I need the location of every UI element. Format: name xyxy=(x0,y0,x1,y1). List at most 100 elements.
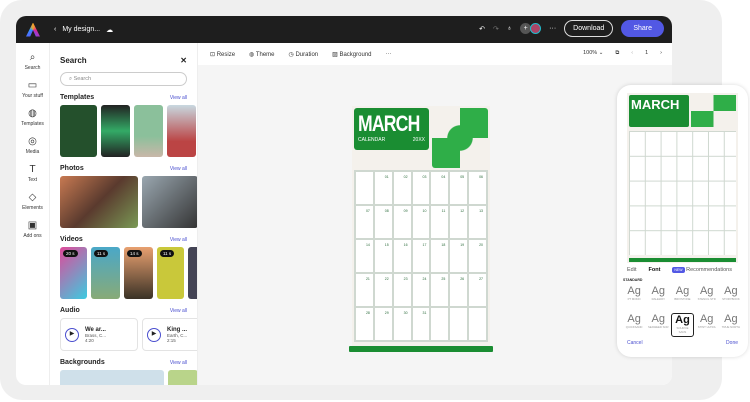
rail-item-elements[interactable]: ◇ Elements xyxy=(16,192,49,211)
top-bar: ‹ My design... ☁ ↶ ↷ ♁ + ··· Download Sh… xyxy=(16,16,672,43)
font-option[interactable]: Ag PT MONO xyxy=(623,285,645,309)
play-icon[interactable]: ▶ xyxy=(147,327,161,342)
font-option[interactable]: Ag SOURCE SANS xyxy=(671,313,694,337)
undo-icon[interactable]: ↶ xyxy=(479,25,485,33)
new-badge: NEW xyxy=(672,267,685,273)
view-all-audio[interactable]: View all xyxy=(170,308,187,314)
font-name: STENCIL STD xyxy=(697,297,716,301)
template-thumb[interactable] xyxy=(167,105,196,157)
view-all-videos[interactable]: View all xyxy=(170,237,187,243)
font-option[interactable]: Ag SEAWEED SCR xyxy=(647,313,669,337)
font-option[interactable]: Ag RALEWAY xyxy=(647,285,669,309)
view-all-backgrounds[interactable]: View all xyxy=(170,360,187,366)
day-cell: 13 xyxy=(468,205,487,239)
search-input[interactable]: ⌕ Search xyxy=(60,72,187,86)
back-icon[interactable]: ‹ xyxy=(54,26,56,33)
adobe-express-logo[interactable] xyxy=(26,22,40,37)
audio-title: King ... xyxy=(167,326,187,333)
zoom-value: 100% xyxy=(583,50,598,56)
day-cell: 24 xyxy=(411,273,431,307)
template-thumb[interactable] xyxy=(60,105,97,157)
font-option[interactable]: Ag TRUE NORTH xyxy=(720,313,742,337)
calendar-design[interactable]: MARCH CALENDAR 20XX 01 02 03 04 05 06 07 08 09 10 11… xyxy=(349,106,493,352)
tab-font[interactable]: Font xyxy=(648,267,660,273)
font-option[interactable]: Ag STENCIL STD xyxy=(696,285,718,309)
day-cell: 22 xyxy=(373,273,393,307)
more-options-button[interactable]: ··· xyxy=(386,51,392,57)
theme-button[interactable]: ◍ Theme xyxy=(249,51,274,58)
font-option[interactable]: Ag QUICKSAND xyxy=(623,313,645,337)
theme-label: Theme xyxy=(255,51,275,58)
tab-edit[interactable]: Edit xyxy=(627,267,636,273)
media-icon: ◎ xyxy=(28,136,37,147)
rail-item-templates[interactable]: ◍ Templates xyxy=(16,108,49,127)
done-button[interactable]: Done xyxy=(726,340,738,346)
app-window: ‹ My design... ☁ ↶ ↷ ♁ + ··· Download Sh… xyxy=(16,16,672,385)
font-option[interactable]: Ag BRIXSTONE xyxy=(671,285,693,309)
rail-item-add-ons[interactable]: ▣ Add ons xyxy=(16,220,49,239)
close-icon[interactable]: ✕ xyxy=(180,56,187,65)
cloud-icon: ☁ xyxy=(106,26,114,34)
rail-label: Media xyxy=(25,149,40,155)
day-cell: 17 xyxy=(411,239,431,273)
day-cell: 16 xyxy=(392,239,412,273)
pages-icon[interactable]: ⧉ xyxy=(615,50,619,57)
prev-page-icon[interactable]: ‹ xyxy=(631,50,633,57)
search-placeholder: Search xyxy=(73,76,92,82)
font-option[interactable]: Ag STORYBOOK xyxy=(720,285,742,309)
month-title: MARCH xyxy=(358,111,420,136)
mobile-preview: MARCH Edit Font NEW Recommendations STANDA… xyxy=(617,85,748,357)
day-cell xyxy=(430,307,450,341)
day-cell: 29 xyxy=(373,307,393,341)
background-thumb[interactable] xyxy=(60,370,164,385)
day-cell xyxy=(468,307,487,341)
view-all-photos[interactable]: View all xyxy=(170,166,187,172)
cancel-button[interactable]: Cancel xyxy=(627,340,643,346)
background-thumb[interactable] xyxy=(168,370,197,385)
template-thumb[interactable] xyxy=(101,105,130,157)
video-thumb[interactable]: 14 s xyxy=(124,247,153,299)
duration-button[interactable]: ◷ Duration xyxy=(289,51,319,58)
avatar[interactable] xyxy=(530,23,542,34)
video-thumb[interactable]: 11 s xyxy=(157,247,184,299)
font-sample: Ag xyxy=(699,285,714,297)
rail-item-text[interactable]: T Text xyxy=(16,164,49,183)
page-number: 1 xyxy=(645,50,649,56)
audio-item[interactable]: ▶ We ar... Brass, C... 4:20 xyxy=(60,318,138,351)
font-name: PT MONO xyxy=(627,297,641,301)
resize-button[interactable]: ⊡ Resize xyxy=(210,51,235,58)
download-button[interactable]: Download xyxy=(564,20,614,37)
template-thumb[interactable] xyxy=(134,105,163,157)
zoom-dropdown[interactable]: 100% ⌄ xyxy=(583,50,603,57)
tab-recommendations[interactable]: NEW Recommendations xyxy=(672,267,732,273)
share-button[interactable]: Share xyxy=(621,20,664,37)
rail-item-your-stuff[interactable]: ▭ Your stuff xyxy=(16,80,49,99)
calendar-footer-bar xyxy=(349,346,493,352)
video-thumb[interactable]: 20 s xyxy=(60,247,87,299)
play-icon[interactable]: ▶ xyxy=(65,327,79,342)
background-button[interactable]: ▨ Background xyxy=(332,51,371,58)
more-icon[interactable]: ··· xyxy=(549,25,556,32)
font-name: QUICKSAND xyxy=(625,325,643,329)
day-cell xyxy=(355,171,374,205)
photo-thumb[interactable] xyxy=(142,176,197,228)
view-all-templates[interactable]: View all xyxy=(170,95,187,101)
video-thumb[interactable]: 11 s xyxy=(91,247,120,299)
font-option[interactable]: Ag STINT ULTRA xyxy=(696,313,718,337)
elements-icon: ◇ xyxy=(28,192,37,203)
section-videos: Videos xyxy=(60,236,83,243)
photo-thumb[interactable] xyxy=(60,176,138,228)
next-page-icon[interactable]: › xyxy=(660,50,662,57)
rail-item-search[interactable]: ⌕ Search xyxy=(16,52,49,71)
redo-icon[interactable]: ↷ xyxy=(493,25,499,33)
day-cell: 08 xyxy=(373,205,393,239)
rail-item-media[interactable]: ◎ Media xyxy=(16,136,49,155)
audio-item[interactable]: ▶ King ... Earth, C... 2:15 xyxy=(142,318,197,351)
mobile-month-title: MARCH xyxy=(629,95,689,127)
audio-title: We ar... xyxy=(85,326,106,333)
lightbulb-icon[interactable]: ♁ xyxy=(507,25,512,32)
document-title[interactable]: My design... xyxy=(62,26,100,33)
rail-label: Templates xyxy=(21,121,44,127)
video-thumb[interactable] xyxy=(188,247,197,299)
font-name: RALEWAY xyxy=(651,297,665,301)
